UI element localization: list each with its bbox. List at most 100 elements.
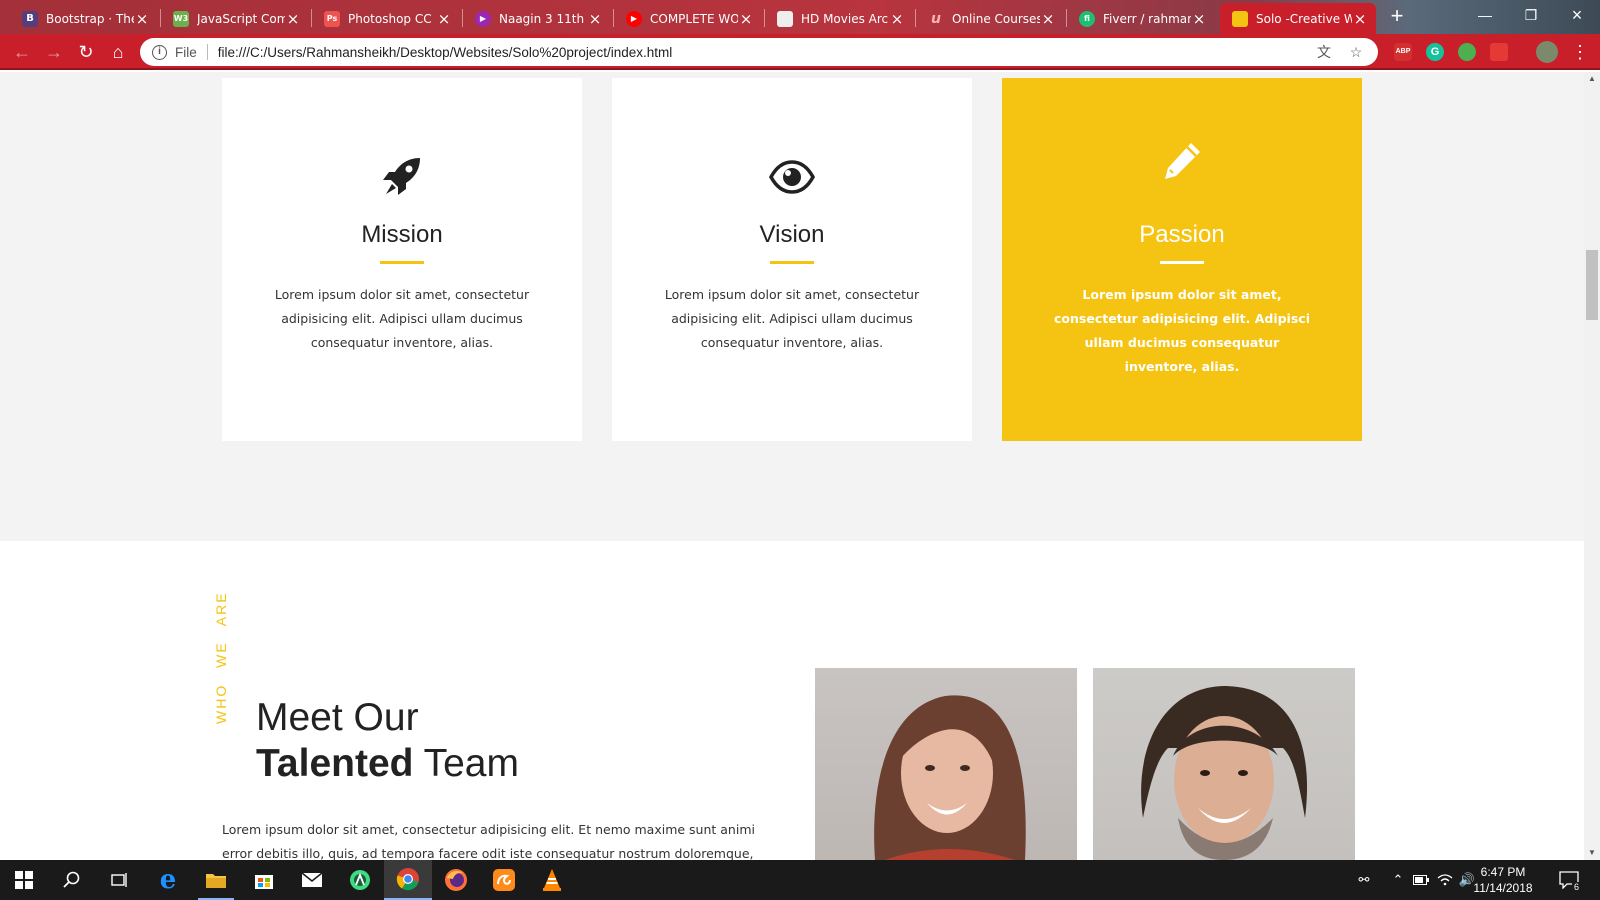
profile-avatar[interactable] (1536, 41, 1558, 63)
browser-tab[interactable]: ▶ COMPLETE WOR × (614, 3, 762, 34)
w3schools-favicon-icon: W3 (173, 10, 189, 27)
close-icon[interactable]: × (134, 10, 150, 28)
reload-button[interactable]: ↻ (74, 40, 98, 64)
people-icon[interactable]: ⚯ (1352, 860, 1376, 900)
eye-icon (612, 160, 972, 208)
youtube-favicon-icon: ▶ (626, 10, 642, 27)
tab-title: Naagin 3 11th N (499, 11, 587, 26)
tab-title: COMPLETE WOR (650, 11, 738, 26)
close-icon[interactable]: × (1191, 10, 1207, 28)
minimize-window-button[interactable]: — (1462, 0, 1508, 30)
team-heading: Meet Our Talented Team (256, 695, 519, 787)
page-favicon-icon (777, 10, 793, 27)
close-icon[interactable]: × (738, 10, 754, 28)
search-icon[interactable] (48, 860, 96, 900)
tab-title: Solo -Creative W (1256, 11, 1352, 26)
adblock-plus-icon[interactable]: ABP (1394, 43, 1412, 61)
browser-tab[interactable]: fi Fiverr / rahmans × (1067, 3, 1215, 34)
battery-icon[interactable] (1410, 860, 1432, 900)
team-member-photo (815, 668, 1077, 860)
feature-text: Lorem ipsum dolor sit amet, consectetur … (1054, 287, 1310, 374)
browser-tab[interactable]: HD Movies Arch × (765, 3, 913, 34)
browser-tab[interactable]: u Online Courses - × (916, 3, 1064, 34)
feature-title: Vision (759, 221, 825, 248)
extension-flag-icon[interactable] (1490, 43, 1508, 61)
windows-start-icon[interactable] (0, 860, 48, 900)
store-icon[interactable] (240, 860, 288, 900)
file-explorer-icon[interactable] (192, 860, 240, 900)
scroll-thumb[interactable] (1586, 250, 1598, 320)
bookmark-star-icon[interactable]: ☆ (1346, 44, 1366, 61)
close-window-button[interactable]: × (1554, 0, 1600, 30)
chrome-menu-icon[interactable]: ⋮ (1568, 40, 1592, 64)
mail-icon[interactable] (288, 860, 336, 900)
tab-title: Online Courses - (952, 11, 1040, 26)
close-icon[interactable]: × (436, 10, 452, 28)
new-tab-button[interactable]: + (1386, 5, 1408, 28)
chrome-icon[interactable] (384, 860, 432, 900)
uc-browser-icon[interactable] (480, 860, 528, 900)
close-icon[interactable]: × (889, 10, 905, 28)
feature-card-passion: Passion Lorem ipsum dolor sit amet, cons… (1002, 78, 1362, 441)
restore-window-button[interactable]: ❐ (1508, 0, 1554, 30)
translate-icon[interactable]: 文 (1314, 42, 1334, 62)
address-scheme-label: File (175, 44, 197, 60)
address-url[interactable]: file:///C:/Users/Rahmansheikh/Desktop/We… (218, 45, 1302, 60)
feature-text: Lorem ipsum dolor sit amet, consectetur … (664, 287, 920, 350)
tab-title: Bootstrap · The w (46, 11, 134, 26)
solo-favicon-icon (1232, 10, 1248, 27)
browser-toolbar: ← → ↻ ⌂ i File file:///C:/Users/Rahmansh… (0, 34, 1600, 70)
title-underline (770, 261, 814, 264)
address-bar[interactable]: i File file:///C:/Users/Rahmansheikh/Des… (140, 38, 1378, 66)
browser-tab-active[interactable]: Solo -Creative W × (1220, 3, 1376, 34)
feature-card-vision: Vision Lorem ipsum dolor sit amet, conse… (612, 78, 972, 441)
browser-tab[interactable]: B Bootstrap · The w × (10, 3, 158, 34)
grammarly-icon[interactable]: G (1426, 43, 1444, 61)
firefox-icon[interactable] (432, 860, 480, 900)
team-heading-bold: Talented (256, 742, 414, 785)
title-underline (380, 261, 424, 264)
feature-text: Lorem ipsum dolor sit amet, consectetur … (274, 287, 530, 350)
team-member-photo (1093, 668, 1355, 860)
extension-green-icon[interactable] (1458, 43, 1476, 61)
scroll-up-arrow-icon[interactable]: ▲ (1584, 72, 1600, 86)
task-view-icon[interactable] (96, 860, 144, 900)
browser-tab[interactable]: W3 JavaScript Comm × (161, 3, 309, 34)
info-icon[interactable]: i (152, 44, 167, 60)
clock-time: 6:47 PM (1480, 865, 1526, 879)
close-icon[interactable]: × (587, 10, 603, 28)
forward-button[interactable]: → (42, 40, 66, 64)
close-icon[interactable]: × (1040, 10, 1056, 28)
scroll-down-arrow-icon[interactable]: ▼ (1584, 846, 1600, 860)
close-icon[interactable]: × (1352, 10, 1368, 28)
team-heading-line1: Meet Our (256, 696, 419, 739)
feature-card-mission: Mission Lorem ipsum dolor sit amet, cons… (222, 78, 582, 441)
close-icon[interactable]: × (285, 10, 301, 28)
home-button[interactable]: ⌂ (106, 40, 130, 64)
team-heading-rest: Team (413, 742, 519, 785)
udemy-favicon-icon: u (931, 10, 941, 27)
vlc-icon[interactable] (528, 860, 576, 900)
page-scrollbar[interactable]: ▲ ▼ (1584, 72, 1600, 860)
feature-title: Passion (1139, 221, 1225, 248)
tab-title: JavaScript Comm (197, 11, 285, 26)
title-underline (1160, 261, 1204, 264)
system-clock[interactable]: 6:47 PM 11/14/2018 (1470, 864, 1536, 896)
edge-icon[interactable]: e (144, 860, 192, 900)
back-button[interactable]: ← (10, 40, 34, 64)
rocket-icon (222, 154, 582, 202)
tab-title: HD Movies Arch (801, 11, 889, 26)
android-studio-icon[interactable] (336, 860, 384, 900)
bootstrap-favicon-icon: B (22, 10, 38, 27)
clock-date: 11/14/2018 (1473, 881, 1533, 895)
who-we-are-eyebrow: WHO WE ARE (213, 591, 229, 724)
browser-tab[interactable]: ▶ Naagin 3 11th N × (463, 3, 611, 34)
notification-count: 6 (1572, 882, 1582, 892)
chevron-up-icon[interactable]: ⌃ (1388, 860, 1408, 900)
browser-tab[interactable]: Ps Photoshop CC 2 × (312, 3, 460, 34)
notification-center-icon[interactable]: 6 (1552, 860, 1586, 900)
features-section: Mission Lorem ipsum dolor sit amet, cons… (0, 72, 1584, 541)
wifi-icon[interactable] (1434, 860, 1456, 900)
tab-title: Fiverr / rahmans (1103, 11, 1191, 26)
windows-taskbar: e ⚯ ⌃ 🔊 6:47 PM 11/14/2018 6 (0, 860, 1600, 900)
